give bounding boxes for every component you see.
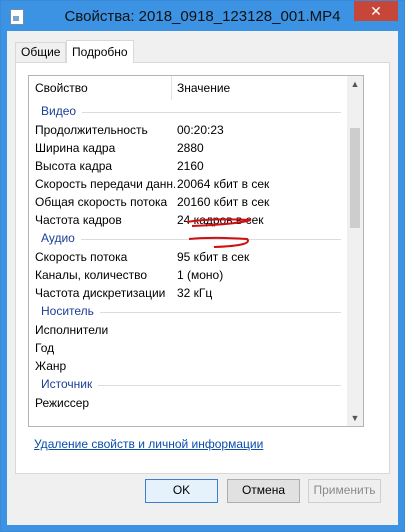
list-header: Свойство Значение [29, 76, 347, 100]
property-name: Скорость потока [35, 250, 128, 264]
property-name: Ширина кадра [35, 141, 116, 155]
property-value: 1 (моно) [177, 268, 224, 282]
property-row[interactable]: Скорость передачи данн... 20064 кбит в се… [29, 175, 347, 193]
property-row[interactable]: Продолжительность 00:20:23 [29, 121, 347, 139]
group-divider [100, 312, 341, 313]
property-row[interactable]: Общая скорость потока 20160 кбит в сек [29, 193, 347, 211]
property-rows: Видео Продолжительность 00:20:23 Ширина кад… [29, 102, 347, 412]
property-name: Жанр [35, 359, 67, 373]
property-value: 00:20:23 [177, 123, 224, 137]
details-panel: Свойство Значение Видео Продолжительность… [15, 62, 390, 474]
ok-button[interactable]: OK [145, 479, 218, 503]
property-row[interactable]: Скорость потока 95 кбит в сек [29, 248, 347, 266]
property-value: 24 кадров в сек [177, 213, 264, 227]
window-title: Свойства: 2018_0918_123128_001.MP4 [64, 8, 341, 25]
property-name: Режиссер [35, 396, 90, 410]
property-value: 20064 кбит в сек [177, 177, 270, 191]
property-name: Частота дискретизации [35, 286, 166, 300]
property-name: Частота кадров [35, 213, 122, 227]
dialog-client-area: Общие Подробно Свойство Значение Видео Пр… [7, 31, 398, 525]
cancel-button[interactable]: Отмена [227, 479, 300, 503]
column-header-property[interactable]: Свойство [29, 76, 172, 100]
property-row[interactable]: Высота кадра 2160 [29, 157, 347, 175]
group-name: Носитель [41, 304, 94, 318]
scrollbar-thumb[interactable] [350, 128, 360, 228]
group-header: Носитель [29, 302, 347, 321]
title-bar[interactable]: Свойства: 2018_0918_123128_001.MP4 ✕ [1, 1, 404, 31]
property-row[interactable]: Частота дискретизации 32 кГц [29, 284, 347, 302]
property-row[interactable]: Режиссер [29, 394, 347, 412]
group-name: Аудио [41, 231, 75, 245]
property-name: Год [35, 341, 55, 355]
properties-list[interactable]: Свойство Значение Видео Продолжительность… [28, 75, 364, 427]
property-name: Общая скорость потока [35, 195, 168, 209]
property-row[interactable]: Год [29, 339, 347, 357]
close-button[interactable]: ✕ [354, 1, 398, 21]
group-name: Источник [41, 377, 93, 391]
group-divider [98, 385, 341, 386]
property-name: Высота кадра [35, 159, 113, 173]
group-header: Аудио [29, 229, 347, 248]
group-header: Видео [29, 102, 347, 121]
property-name: Исполнители [35, 323, 109, 337]
property-value: 20160 кбит в сек [177, 195, 270, 209]
scroll-up-arrow-icon[interactable]: ▲ [347, 76, 363, 92]
property-row[interactable]: Частота кадров 24 кадров в сек [29, 211, 347, 229]
remove-properties-link[interactable]: Удаление свойств и личной информации [34, 437, 263, 451]
vertical-scrollbar[interactable]: ▲ ▼ [347, 76, 363, 426]
property-name: Продолжительность [35, 123, 148, 137]
group-name: Видео [41, 104, 77, 118]
group-divider [82, 112, 341, 113]
property-value: 95 кбит в сек [177, 250, 250, 264]
property-value: 2160 [177, 159, 204, 173]
tab-details[interactable]: Подробно [66, 40, 134, 63]
apply-button[interactable]: Применить [308, 479, 381, 503]
property-row[interactable]: Жанр [29, 357, 347, 375]
property-name: Каналы, количество [35, 268, 148, 282]
property-name: Скорость передачи данн... [35, 177, 175, 191]
scroll-down-arrow-icon[interactable]: ▼ [347, 410, 363, 426]
property-row[interactable]: Исполнители [29, 321, 347, 339]
column-header-value[interactable]: Значение [171, 76, 307, 100]
properties-window: Свойства: 2018_0918_123128_001.MP4 ✕ Общ… [0, 0, 405, 532]
property-value: 2880 [177, 141, 204, 155]
group-header: Источник [29, 375, 347, 394]
property-row[interactable]: Ширина кадра 2880 [29, 139, 347, 157]
property-value: 32 кГц [177, 286, 213, 300]
group-divider [81, 239, 341, 240]
tab-general[interactable]: Общие [15, 42, 67, 62]
property-row[interactable]: Каналы, количество 1 (моно) [29, 266, 347, 284]
